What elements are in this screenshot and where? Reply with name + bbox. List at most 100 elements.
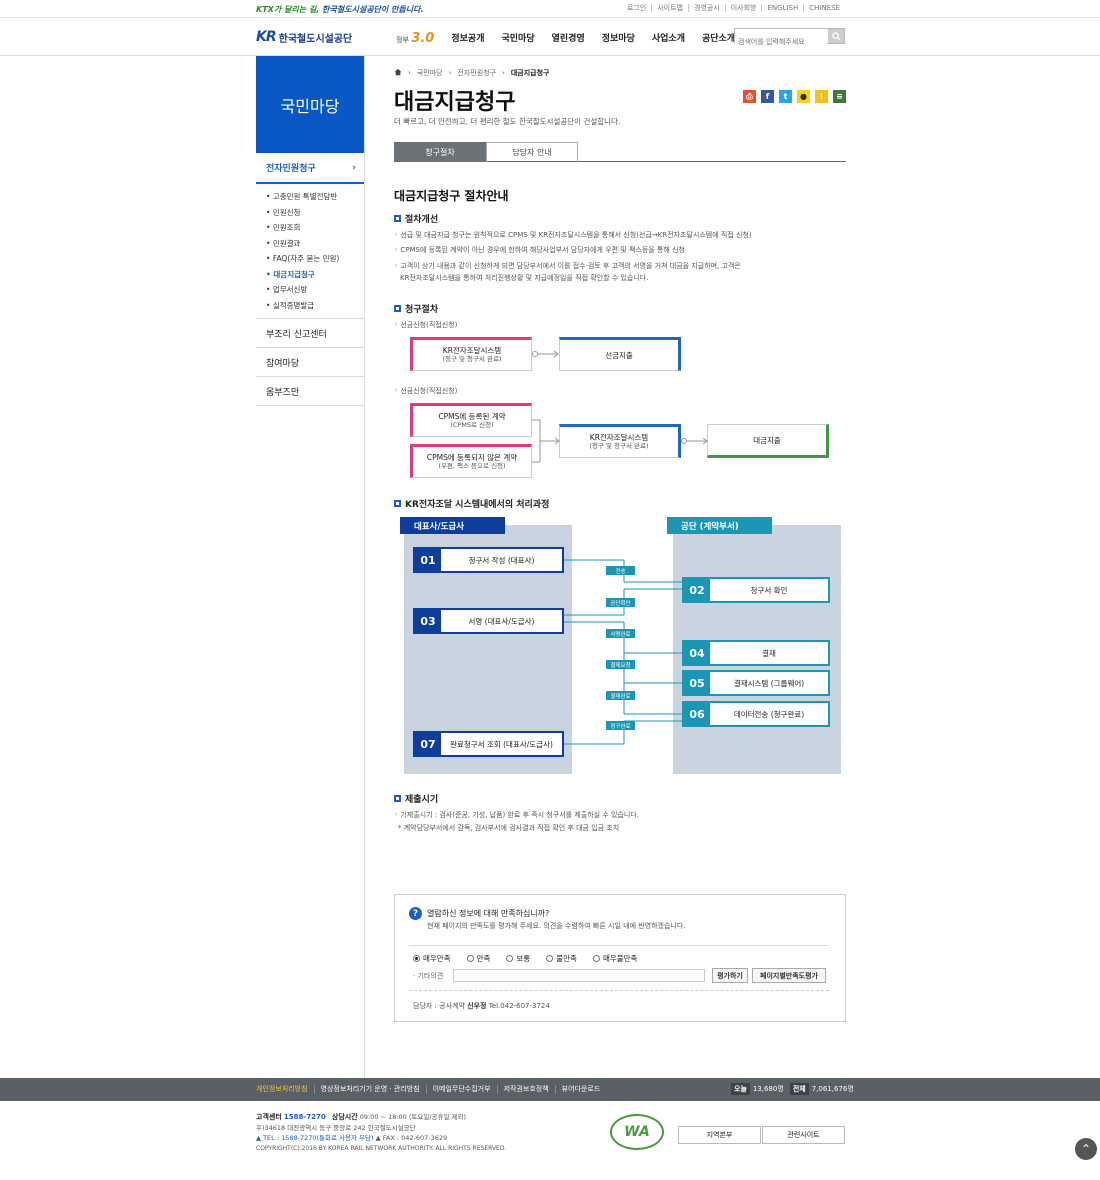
sidebar-subitem[interactable]: • 업무서신방 xyxy=(266,282,364,298)
sidebar-submenu: • 고충민원 특별전담반 • 민원신청 • 민원조회 • 민원결과 • FAQ(… xyxy=(256,184,364,319)
square-bullet-icon xyxy=(394,500,401,507)
logo[interactable]: KR 한국철도시설공단 xyxy=(256,29,352,45)
breadcrumb-current: 대금지급청구 xyxy=(510,69,550,77)
sidebar-item-participation[interactable]: 참여마당 xyxy=(256,348,364,377)
english-link[interactable]: ENGLISH xyxy=(761,4,803,12)
subsection-improvement: 절차개선 xyxy=(394,212,438,225)
process-tag: 전송 xyxy=(606,566,635,575)
gov30-badge: 정부 3.0 xyxy=(396,31,435,46)
login-link[interactable]: 로그인 xyxy=(622,4,651,12)
sitemap-link[interactable]: 사이트맵 xyxy=(651,4,688,12)
search-input[interactable] xyxy=(735,35,827,49)
twitter-icon[interactable]: t xyxy=(779,90,792,103)
process-tag: 공단확인 xyxy=(606,598,635,607)
chevron-right-icon: › xyxy=(352,162,356,173)
footer-nav: 개인정보처리방침 영상정보처리기기 운영 · 관리방침 이메일무단수집거부 저작… xyxy=(0,1078,1100,1101)
slogan: KTX가 달리는 길, 한국철도시설공단이 만듭니다. xyxy=(256,5,424,14)
sidebar-subitem[interactable]: • 고충민원 특별전담반 xyxy=(266,189,364,205)
regional-office-button[interactable]: 지역본부 xyxy=(678,1126,761,1144)
subsection-kr-process: KR전자조달 시스템내에서의 처리과정 xyxy=(394,497,549,510)
kakaotalk-icon[interactable]: ● xyxy=(797,90,810,103)
nav-info-disclosure[interactable]: 정보공개 xyxy=(451,31,484,46)
rating-options: 매우만족 만족 보통 불만족 매우불만족 xyxy=(413,953,653,964)
content-tabs: 청구절차 담당자 안내 xyxy=(394,142,846,162)
nav-public[interactable]: 국민마당 xyxy=(501,31,534,46)
radio-very-satisfied[interactable]: 매우만족 xyxy=(413,953,459,964)
nav-business[interactable]: 사업소개 xyxy=(652,31,685,46)
comment-label: · 기타의견 xyxy=(413,972,444,980)
breadcrumb: › 국민마당 › 전자민원청구 › 대금지급청구 xyxy=(394,68,555,78)
bullet-text: ◦ 기제출시기 : 검사(준공, 기성, 납품) 완료 후 즉시 청구서를 제출… xyxy=(394,811,639,819)
bullet-text: ◦ CPMS에 등록된 계약이 아닌 경우에 한하여 해당사업부서 담당자에게 … xyxy=(394,246,685,254)
process-tag: 결재완료 xyxy=(606,691,635,700)
flow-box-cpms-registered: CPMS에 등록된 계약 (CPMS로 신청) xyxy=(410,403,532,437)
process-step: 06 데이터전송 (청구완료) xyxy=(682,701,830,727)
flow-box-cpms-unregistered: CPMS에 등록되지 않은 계약 (우편, 팩스 등으로 신청) xyxy=(410,444,532,478)
submit-rating-button[interactable]: 평가하기 xyxy=(712,968,748,983)
square-bullet-icon xyxy=(394,305,401,312)
merge-connector-icon xyxy=(532,419,560,463)
subsection-procedure: 청구절차 xyxy=(394,302,438,315)
subsection-submission: 제출시기 xyxy=(394,792,438,805)
breadcrumb-sep: › xyxy=(502,69,505,77)
footer-link-copyright[interactable]: 저작권보호정책 xyxy=(496,1085,555,1094)
breadcrumb-item[interactable]: 전자민원청구 xyxy=(457,68,496,78)
breadcrumb-item[interactable]: 국민마당 xyxy=(417,68,443,78)
utility-nav: 로그인 사이트맵 경영공시 이사회방 ENGLISH CHINESE xyxy=(622,4,845,12)
disclosure-link[interactable]: 경영공시 xyxy=(687,4,725,12)
sidebar-subitem[interactable]: • 민원결과 xyxy=(266,236,364,252)
page-rating-button[interactable]: 페이지별만족도평가 xyxy=(752,968,826,983)
sidebar-subitem-active[interactable]: • 대금지급청구 xyxy=(266,267,364,283)
flow-box-payment: 대금지출 xyxy=(707,424,829,458)
sidebar-subitem[interactable]: • FAQ(자주 묻는 민원) xyxy=(266,251,364,267)
nav-about[interactable]: 공단소개 xyxy=(702,31,735,46)
top-bar: KTX가 달리는 길, 한국철도시설공단이 만듭니다. 로그인 사이트맵 경영공… xyxy=(0,0,1100,18)
divider xyxy=(409,990,829,991)
tab-contact[interactable]: 담당자 안내 xyxy=(486,142,578,162)
chinese-link[interactable]: CHINESE xyxy=(803,4,845,12)
main-nav: 정부 3.0 정보공개 국민마당 열린경영 정보마당 사업소개 공단소개 xyxy=(396,31,752,46)
radio-neutral[interactable]: 보통 xyxy=(506,953,538,964)
print-icon[interactable]: ⎙ xyxy=(743,90,756,103)
bullet-text: * 계약담당부서에서 감독, 검사부서에 검사결과 직접 확인 후 대금 입금 … xyxy=(398,824,620,832)
band-icon[interactable]: ≡ xyxy=(833,90,846,103)
facebook-icon[interactable]: f xyxy=(761,90,774,103)
radio-dissatisfied[interactable]: 불만족 xyxy=(546,953,585,964)
sidebar-item-e-petition[interactable]: 전자민원청구 › xyxy=(256,153,364,184)
bullet-text: ◦ 선급 및 대금지급 청구는 원칙적으로 CPMS 및 KR전자조달시스템을 … xyxy=(394,231,752,239)
tab-procedure[interactable]: 청구절차 xyxy=(394,142,486,162)
breadcrumb-sep: › xyxy=(408,69,411,77)
kakaostory-icon[interactable]: ! xyxy=(815,90,828,103)
footer-link-privacy[interactable]: 개인정보처리방침 xyxy=(256,1085,314,1094)
sidebar-item-ombudsman[interactable]: 옴부즈만 xyxy=(256,377,364,406)
flow-label: ◦ 선금신청(직접신청) xyxy=(394,321,458,329)
logo-name: 한국철도시설공단 xyxy=(278,33,353,45)
process-step: 05 결재시스템 (그룹웨어) xyxy=(682,670,830,696)
visitor-counter: 오늘 13,680명 전체 7,061,676명 xyxy=(731,1083,860,1095)
process-tag: 서명완료 xyxy=(606,629,635,638)
sidebar-item-report[interactable]: 부조리 신고센터 xyxy=(256,319,364,348)
footer-link-email[interactable]: 이메일무단수집거부 xyxy=(425,1085,497,1094)
nav-open-management[interactable]: 열린경영 xyxy=(552,31,585,46)
board-link[interactable]: 이사회방 xyxy=(724,4,762,12)
radio-very-dissatisfied[interactable]: 매우불만족 xyxy=(592,953,646,964)
comment-input[interactable] xyxy=(453,969,705,982)
footer-link-viewer[interactable]: 뷰어다운로드 xyxy=(554,1085,607,1094)
process-step: 04 결재 xyxy=(682,640,830,666)
sidebar-subitem[interactable]: • 민원조회 xyxy=(266,220,364,236)
nav-information[interactable]: 정보마당 xyxy=(602,31,635,46)
radio-satisfied[interactable]: 만족 xyxy=(466,953,499,964)
flow-label: ◦ 선금신청(직접신청) xyxy=(394,387,458,395)
footer-link-cctv[interactable]: 영상정보처리기기 운영 · 관리방침 xyxy=(313,1085,426,1094)
manager-info: 담당자 : 공사계약 신우정 Tel.042-607-3724 xyxy=(413,1002,550,1010)
section-heading: 대금지급청구 절차안내 xyxy=(394,189,509,203)
related-sites-button[interactable]: 관련사이트 xyxy=(762,1126,845,1144)
arrow-icon xyxy=(532,350,559,358)
scroll-top-button[interactable]: ⌃ xyxy=(1075,1138,1097,1160)
sidebar-subitem[interactable]: • 실적증명발급 xyxy=(266,298,364,314)
sidebar-subitem[interactable]: • 민원신청 xyxy=(266,205,364,221)
home-icon[interactable] xyxy=(394,68,402,78)
search-button[interactable] xyxy=(828,29,844,43)
process-step: 02 청구서 확인 xyxy=(682,577,830,603)
flow-box-kr-system: KR전자조달시스템 (청구 및 청구서 완료) xyxy=(410,337,532,371)
